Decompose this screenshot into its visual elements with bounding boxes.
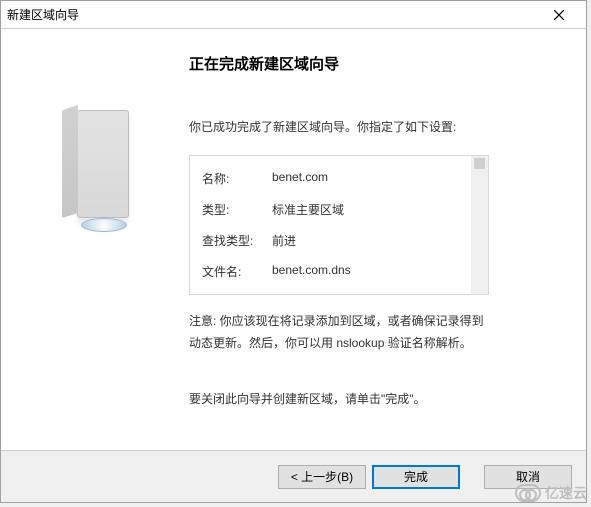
cancel-button[interactable]: 取消 <box>484 465 572 489</box>
value-lookup: 前进 <box>272 232 296 249</box>
value-file: benet.com.dns <box>272 263 351 280</box>
wizard-body: 正在完成新建区域向导 你已成功完成了新建区域向导。你指定了如下设置: 名称: b… <box>1 29 586 450</box>
left-pane <box>15 47 185 440</box>
titlebar: 新建区域向导 <box>1 1 586 29</box>
wizard-dialog: 新建区域向导 正在完成新建区域向导 你已成功完成了新建区域向导。你指定了如下设置… <box>0 0 587 503</box>
close-icon <box>554 10 564 20</box>
label-name: 名称: <box>202 170 272 187</box>
intro-text: 你已成功完成了新建区域向导。你指定了如下设置: <box>189 118 568 135</box>
page-heading: 正在完成新建区域向导 <box>189 53 568 74</box>
setting-row-name: 名称: benet.com <box>202 170 476 187</box>
value-name: benet.com <box>272 170 328 187</box>
back-button[interactable]: < 上一步(B) <box>278 465 366 489</box>
label-file: 文件名: <box>202 263 272 280</box>
setting-row-lookup: 查找类型: 前进 <box>202 232 476 249</box>
setting-row-file: 文件名: benet.com.dns <box>202 263 476 280</box>
label-type: 类型: <box>202 201 272 218</box>
right-pane: 正在完成新建区域向导 你已成功完成了新建区域向导。你指定了如下设置: 名称: b… <box>185 47 572 440</box>
label-lookup: 查找类型: <box>202 232 272 249</box>
notice-text: 注意: 你应该现在将记录添加到区域，或者确保记录得到动态更新。然后，你可以用 n… <box>189 311 489 354</box>
scroll-up-arrow[interactable] <box>474 158 485 169</box>
close-button[interactable] <box>538 2 580 28</box>
button-row: < 上一步(B) 完成 取消 <box>1 450 586 502</box>
scrollbar[interactable] <box>471 156 488 294</box>
server-image <box>55 102 145 232</box>
final-instruction: 要关闭此向导并创建新区域，请单击"完成"。 <box>189 390 568 407</box>
finish-button[interactable]: 完成 <box>372 465 460 489</box>
settings-summary: 名称: benet.com 类型: 标准主要区域 查找类型: 前进 文件名: b… <box>189 155 489 295</box>
value-type: 标准主要区域 <box>272 201 344 218</box>
setting-row-type: 类型: 标准主要区域 <box>202 201 476 218</box>
window-title: 新建区域向导 <box>7 6 538 23</box>
